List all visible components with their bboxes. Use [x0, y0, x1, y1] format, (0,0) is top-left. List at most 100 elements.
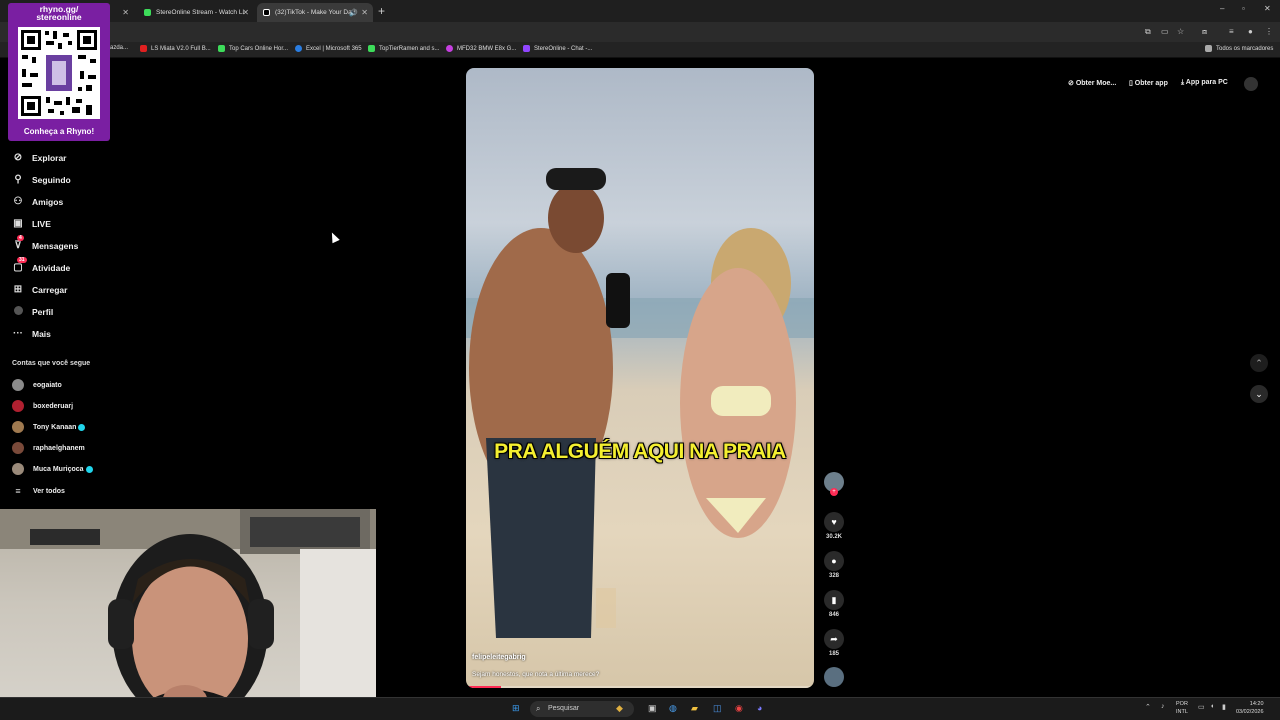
tab-hidden[interactable]: ✕ [112, 3, 134, 22]
comment-icon: ● [824, 551, 844, 571]
microphone-icon[interactable]: ♪ [1161, 703, 1165, 710]
comment-button[interactable]: ● 328 [823, 551, 845, 579]
webcam-feed [0, 509, 376, 720]
profile-avatar[interactable] [1244, 77, 1258, 91]
qr-code [18, 27, 100, 119]
mouse-cursor [328, 230, 340, 244]
extensions-icon[interactable]: ⧈ [1202, 27, 1207, 37]
following-account[interactable]: raphaelghanem [12, 442, 85, 454]
bookmark-item[interactable]: azda... [110, 45, 128, 51]
nav-explorar[interactable]: ⊘ Explorar [12, 152, 67, 163]
avatar-icon [12, 306, 24, 318]
share-button[interactable]: ➦ 185 [823, 629, 845, 657]
bookmark-item[interactable]: Top Cars Online Hor... [218, 45, 288, 52]
bookmark-item[interactable]: MFD32 BMW E8x G... [446, 45, 516, 52]
activity-icon: ▢ 31 [13, 257, 27, 273]
avatar [12, 400, 24, 412]
more-icon: ··· [13, 328, 23, 339]
video-progress-fill [466, 686, 501, 688]
windows-start-icon[interactable]: ⊞ [512, 703, 520, 714]
compass-icon: ⊘ [13, 152, 23, 163]
following-account[interactable]: Muca Muriçoca [12, 463, 93, 475]
nav-atividade[interactable]: ▢ 31 Atividade [12, 257, 70, 273]
music-disc-icon [824, 667, 844, 687]
following-account[interactable]: eogaiato [12, 379, 62, 391]
chevron-down-icon: ⌄ [1255, 389, 1263, 399]
bookmark-favicon-icon [523, 45, 530, 52]
tab-label: (32)TikTok - Make Your Day [275, 9, 355, 16]
next-video-button[interactable]: ⌄ [1250, 385, 1268, 403]
maximize-icon[interactable]: ▫ [1242, 4, 1245, 13]
creator-avatar-button[interactable]: + [823, 472, 845, 496]
language-indicator[interactable]: POR INTL [1176, 700, 1188, 716]
tray-chevron-icon[interactable]: ⌃ [1145, 703, 1151, 711]
new-tab-button[interactable]: + [378, 4, 385, 18]
volume-icon[interactable]: ◖ [1210, 703, 1214, 710]
nav-amigos[interactable]: ⚇ Amigos [12, 196, 64, 207]
verified-icon [78, 423, 86, 431]
previous-video-button[interactable]: ⌃ [1250, 354, 1268, 372]
nav-seguindo[interactable]: ⚲ Seguindo [12, 174, 70, 185]
following-account[interactable]: boxederuarj [12, 400, 73, 412]
video-caption: PRA ALGUÉM AQUI NA PRAIA [494, 440, 786, 463]
save-button[interactable]: ▮ 846 [823, 590, 845, 618]
nav-live[interactable]: ▣ LIVE [12, 218, 51, 229]
close-icon[interactable]: ✕ [122, 8, 129, 17]
network-icon[interactable]: ▭ [1198, 703, 1205, 711]
widget-icon[interactable]: ◆ [616, 703, 623, 714]
nav-mensagens[interactable]: ⊽ 4 Mensagens [12, 235, 78, 251]
chevron-up-icon: ⌃ [1255, 358, 1263, 368]
like-button[interactable]: ♥ 30.2K [823, 512, 845, 540]
nav-carregar[interactable]: ⊞ Carregar [12, 284, 68, 295]
video-player[interactable]: PRA ALGUÉM AQUI NA PRAIA felipeleitegabr… [466, 68, 814, 688]
sound-avatar-button[interactable] [823, 667, 845, 687]
discord-icon[interactable]: ◕ [757, 703, 762, 713]
get-coins-button[interactable]: ⊘ Obter Moe... [1068, 79, 1116, 87]
store-icon[interactable]: ◫ [713, 703, 722, 714]
tab-label: StereOnline Stream - Watch Li [156, 9, 244, 16]
all-bookmarks[interactable]: Todos os marcadores [1205, 45, 1273, 52]
close-window-icon[interactable]: ✕ [1264, 4, 1271, 13]
get-app-button[interactable]: ▯ Obter app [1129, 79, 1168, 87]
bookmark-item[interactable]: LS Miata V2.0 Full B... [140, 45, 211, 52]
star-icon[interactable]: ☆ [1177, 27, 1184, 36]
profile-icon[interactable]: ● [1248, 27, 1253, 36]
bookmark-favicon-icon [368, 45, 375, 52]
pc-app-button[interactable]: ⤓ App para PC [1181, 79, 1228, 87]
translate-icon[interactable]: ⧉ [1145, 27, 1151, 37]
file-explorer-icon[interactable]: ▰ [691, 703, 698, 714]
close-icon[interactable]: ✕ [361, 8, 368, 17]
battery-icon[interactable]: ▮ [1222, 703, 1226, 711]
minimize-icon[interactable]: – [1220, 4, 1224, 13]
task-view-icon[interactable]: ▣ [648, 703, 657, 714]
live-icon: ▣ [13, 218, 23, 229]
close-icon[interactable]: ✕ [242, 8, 249, 17]
following-account[interactable]: Tony Kanaan [12, 421, 86, 433]
video-author[interactable]: felipeleitegabrig [472, 654, 526, 661]
bookmark-favicon-icon [140, 45, 147, 52]
tab-stereonline[interactable]: StereOnline Stream - Watch Li ✕ [138, 3, 254, 22]
video-description: Sejam honestos, que nota a última merece… [472, 671, 600, 678]
bookmark-favicon-icon [446, 45, 453, 52]
see-all-link[interactable]: ≡ Ver todos [12, 485, 65, 497]
follow-plus-icon[interactable]: + [830, 488, 838, 496]
bookmark-item[interactable]: TopTierRamen and s... [368, 45, 439, 52]
message-icon: ⊽ 4 [14, 235, 24, 251]
bookmark-item[interactable]: Excel | Microsoft 365 [295, 45, 362, 52]
speaker-icon[interactable]: 🔊 [349, 9, 358, 17]
avatar [12, 442, 24, 454]
upload-icon: ⊞ [13, 284, 23, 295]
chrome-icon[interactable]: ◉ [735, 703, 743, 714]
tab-search-icon[interactable]: ≡ [1229, 27, 1234, 36]
video-progress-bar[interactable] [466, 686, 814, 688]
bookmark-item[interactable]: StereOnline - Chat -... [523, 45, 592, 52]
cast-icon[interactable]: ▭ [1161, 27, 1169, 36]
nav-perfil[interactable]: Perfil [12, 306, 53, 318]
sponsor-overlay: rhyno.gg/ stereonline Conheça a Rhyno! [8, 3, 110, 141]
nav-mais[interactable]: ··· Mais [12, 328, 51, 339]
address-bar-row [0, 22, 1280, 42]
menu-icon[interactable]: ⋮ [1265, 27, 1273, 36]
tab-tiktok[interactable]: (32)TikTok - Make Your Day 🔊 ✕ [257, 3, 373, 22]
copilot-icon[interactable]: ◍ [669, 703, 677, 714]
system-clock[interactable]: 14:20 03/02/2026 [1236, 700, 1264, 716]
